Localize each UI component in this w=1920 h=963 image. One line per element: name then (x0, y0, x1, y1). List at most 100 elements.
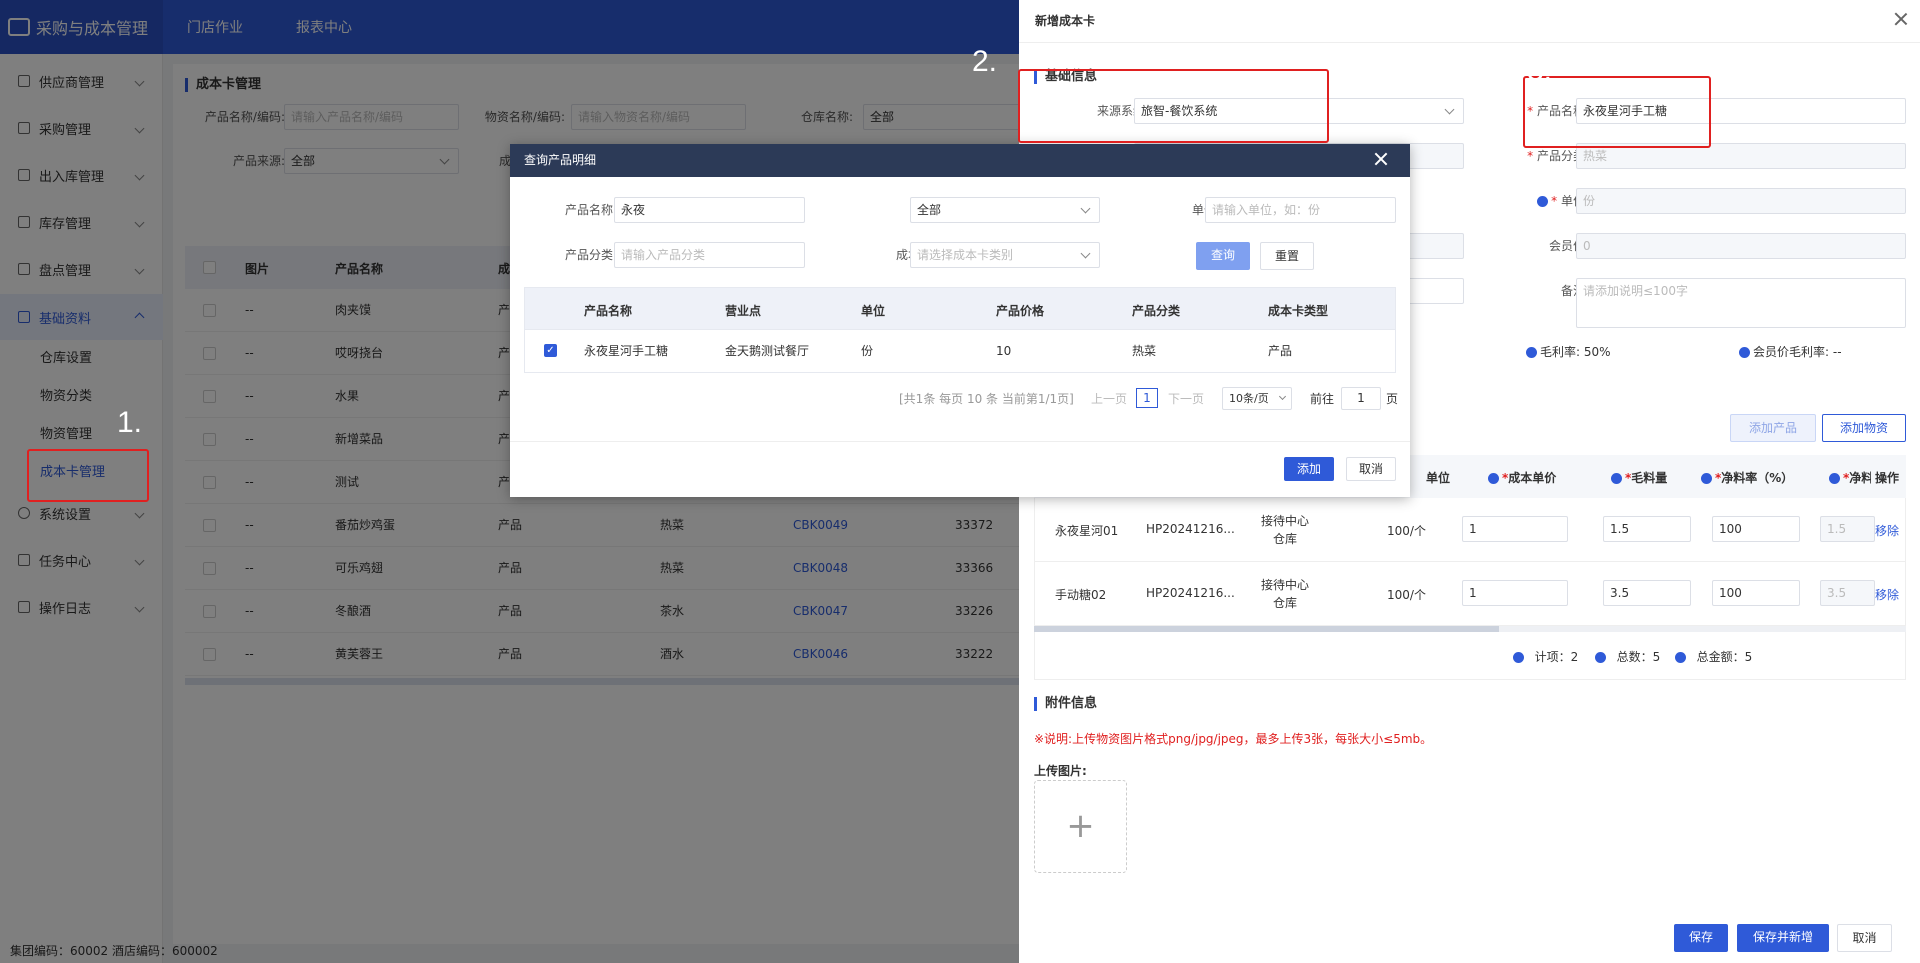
help-icon[interactable] (1595, 652, 1606, 663)
close-icon[interactable] (1894, 12, 1908, 26)
member-price-input: 0 (1576, 233, 1906, 259)
annotation-3: 3. (1527, 54, 1553, 87)
col-price: 产品价格 (996, 304, 1045, 318)
m-ctype-select[interactable]: 请选择成本卡类别 (910, 242, 1100, 268)
input-raw[interactable]: 1.5 (1603, 516, 1691, 542)
help-icon[interactable] (1537, 196, 1549, 207)
chevron-down-icon (1080, 203, 1091, 214)
remark-textarea[interactable]: 请添加说明≤100字 (1576, 278, 1906, 328)
help-icon[interactable] (1701, 473, 1712, 484)
col-unit: 单位 (861, 304, 886, 318)
select-value: 10条/页 (1229, 392, 1269, 405)
cell-site: 金天鹅测试餐厅 (725, 344, 810, 358)
col-price: *成本单价 (1488, 469, 1556, 486)
col-net: *净料量 (1829, 469, 1871, 486)
unit-input: 份 (1576, 188, 1906, 214)
sum-amount-value: 总金额：5 (1696, 650, 1753, 664)
gross-value: 毛利率: 50% (1540, 345, 1611, 359)
close-icon[interactable] (1374, 152, 1388, 166)
drawer-title: 新增成本卡 (1035, 14, 1096, 28)
remark-label: 备注: (1560, 284, 1589, 298)
m-pname-label: 产品名称: (564, 203, 617, 217)
input-raw[interactable]: 3.5 (1603, 580, 1691, 606)
modal-header: 查询产品明细 (510, 144, 1410, 177)
add-product-button[interactable]: 添加产品 (1730, 414, 1816, 442)
table-row[interactable]: ✓ 永夜星河手工糖 金天鹅测试餐厅 份 10 热菜 产品 (524, 330, 1396, 373)
m-pname-input[interactable]: 永夜 (614, 197, 805, 223)
modal-title: 查询产品明细 (524, 153, 597, 167)
save-button[interactable]: 保存 (1674, 924, 1728, 952)
pager-info: [共1条 每页 10 条 当前第1/1页] (899, 392, 1074, 406)
modal-cancel-button[interactable]: 取消 (1346, 457, 1396, 481)
cell-code: HP20241216... (1146, 586, 1235, 600)
pager-unit: 页 (1386, 392, 1399, 406)
help-icon[interactable] (1829, 473, 1840, 484)
header-text: 净料量 (1849, 471, 1871, 485)
m-site-select[interactable]: 全部 (910, 197, 1100, 223)
member-gross-margin: 会员价毛利率: -- (1739, 343, 1842, 360)
add-material-button[interactable]: 添加物资 (1822, 414, 1906, 442)
help-icon[interactable] (1611, 473, 1622, 484)
sum-amount: 总金额：5 (1675, 648, 1752, 665)
cell-unit: 100/个 (1387, 524, 1426, 538)
pager-size-select[interactable]: 10条/页 (1222, 387, 1292, 410)
sum-items: 计项：2 (1513, 648, 1578, 665)
input-price[interactable]: 1 (1462, 580, 1568, 606)
remove-link[interactable]: 移除 (1875, 522, 1899, 539)
annotation-2: 2. (972, 45, 998, 78)
query-button[interactable]: 查询 (1196, 242, 1250, 270)
help-icon[interactable] (1488, 473, 1499, 484)
unit-label: * 单位: (1489, 188, 1589, 214)
pager-next[interactable]: 下一页 (1168, 390, 1204, 407)
pager-goto-label: 前往 (1310, 392, 1335, 406)
row-checkbox-checked[interactable]: ✓ (544, 344, 557, 357)
gross-margin: 毛利率: 50% (1526, 343, 1611, 360)
upload-label: 上传图片: (1034, 764, 1087, 778)
member-price-label: 会员价: (1548, 239, 1589, 253)
col-unit: 单位 (1426, 471, 1451, 485)
cell-type: 产品 (1268, 344, 1293, 358)
input-rate[interactable]: 100 (1712, 580, 1800, 606)
pager-prev[interactable]: 上一页 (1091, 390, 1127, 407)
chevron-down-icon (1278, 392, 1287, 401)
cell-price: 10 (996, 344, 1012, 358)
upload-box[interactable]: + (1034, 780, 1127, 873)
cell-code: HP20241216... (1146, 522, 1235, 536)
divider (1019, 42, 1920, 43)
cell-unit: 份 (861, 344, 874, 358)
pager-goto-input[interactable]: 1 (1341, 387, 1381, 410)
help-icon[interactable] (1675, 652, 1686, 663)
reset-button[interactable]: 重置 (1260, 242, 1314, 270)
highlight-box-1 (27, 449, 149, 502)
table-row: 永夜星河01 HP20241216... 接待中心仓库 100/个 1 1.5 100 1.5… (1034, 498, 1906, 562)
highlight-box-2 (1018, 69, 1329, 143)
input-net: 3.5 (1820, 580, 1875, 606)
save-and-new-button[interactable]: 保存并新增 (1737, 924, 1829, 952)
table-row: 手动糖02 HP20241216... 接待中心仓库 100/个 1 3.5 100 3.5 移… (1034, 562, 1906, 626)
modal-add-button[interactable]: 添加 (1284, 457, 1334, 481)
cell-pname: 永夜星河手工糖 (584, 344, 669, 358)
col-op: 操作 (1875, 471, 1900, 485)
m-unit-input[interactable]: 请输入单位，如：份 (1205, 197, 1396, 223)
m-pcat-input[interactable]: 请输入产品分类 (614, 242, 805, 268)
select-value: 全部 (917, 203, 942, 217)
col-raw: *毛料量 (1611, 469, 1667, 486)
header-text: 成本单价 (1508, 471, 1557, 485)
input-price[interactable]: 1 (1462, 516, 1568, 542)
summary-row: 计项：2 总数：5 总金额：5 (1034, 632, 1906, 680)
help-icon[interactable] (1513, 652, 1524, 663)
drawer-cancel-button[interactable]: 取消 (1837, 924, 1892, 952)
remove-link[interactable]: 移除 (1875, 586, 1899, 603)
cell-name: 永夜星河01 (1055, 524, 1119, 538)
col-pname: 产品名称 (584, 304, 633, 318)
pager-page-1[interactable]: 1 (1136, 388, 1158, 408)
cell-wh: 接待中心仓库 (1260, 514, 1309, 546)
help-icon[interactable] (1739, 347, 1750, 358)
help-icon[interactable] (1526, 347, 1537, 358)
col-type: 成本卡类型 (1268, 304, 1329, 318)
chevron-down-icon (1080, 248, 1091, 259)
input-net: 1.5 (1820, 516, 1875, 542)
cell-cat: 热菜 (1132, 344, 1157, 358)
input-rate[interactable]: 100 (1712, 516, 1800, 542)
attach-title: 附件信息 (1034, 697, 1097, 711)
